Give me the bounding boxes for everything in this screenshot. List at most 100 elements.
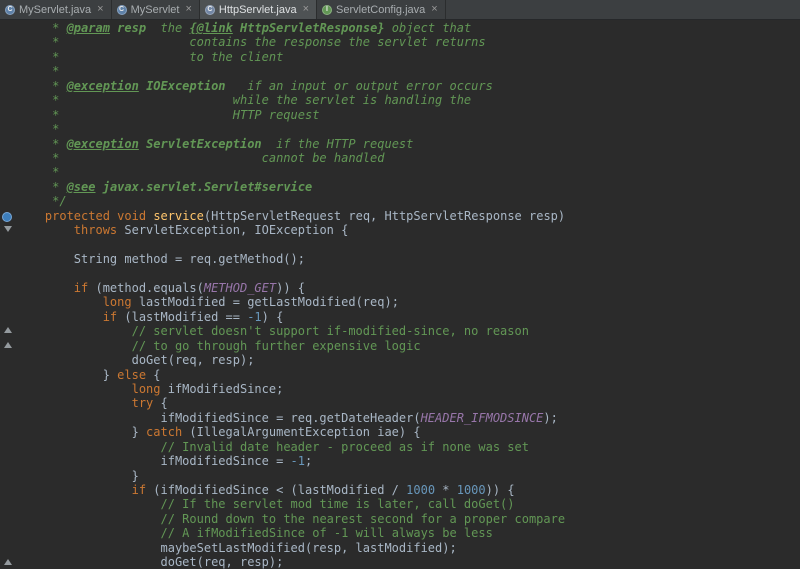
code-content[interactable]: * @param resp the {@link HttpServletResp… — [16, 21, 800, 569]
code-token: METHOD_GET — [204, 281, 276, 295]
class-icon: C — [5, 5, 15, 15]
code-token — [16, 396, 132, 410]
code-line[interactable]: } else { — [16, 368, 800, 382]
code-line[interactable]: * — [16, 64, 800, 78]
code-token — [16, 512, 161, 526]
code-token: protected — [45, 209, 110, 223]
class-icon: C — [117, 5, 127, 15]
code-token: 1000 — [457, 483, 486, 497]
code-line[interactable]: * to the client — [16, 50, 800, 64]
code-token: if — [132, 483, 146, 497]
code-token: // Invalid date header - proceed as if n… — [161, 440, 529, 454]
code-token: * — [16, 165, 59, 179]
code-line[interactable]: ifModifiedSince = -1; — [16, 454, 800, 468]
code-line[interactable] — [16, 266, 800, 280]
editor-tab-bar: CMyServlet.java×CMyServlet×CHttpServlet.… — [0, 0, 800, 20]
gutter-arrow-up-icon[interactable] — [4, 327, 12, 333]
code-line[interactable]: * while the servlet is handling the — [16, 93, 800, 107]
code-token: ifModifiedSince = — [16, 454, 291, 468]
code-token: )) { — [486, 483, 515, 497]
code-token: * — [16, 21, 67, 35]
code-line[interactable]: // If the servlet mod time is later, cal… — [16, 497, 800, 511]
tab-myservlet[interactable]: C MyServlet × — [112, 0, 200, 19]
code-line[interactable]: * HTTP request — [16, 108, 800, 122]
code-token: ServletException, IOException { — [117, 223, 348, 237]
class-icon: C — [205, 5, 215, 15]
code-line[interactable]: ifModifiedSince = req.getDateHeader(HEAD… — [16, 411, 800, 425]
code-token — [16, 497, 161, 511]
code-line[interactable]: try { — [16, 396, 800, 410]
code-line[interactable]: if (ifModifiedSince < (lastModified / 10… — [16, 483, 800, 497]
code-line[interactable]: long lastModified = getLastModified(req)… — [16, 295, 800, 309]
code-token: // servlet doesn't support if-modified-s… — [132, 324, 529, 338]
code-token — [95, 180, 102, 194]
code-line[interactable]: long ifModifiedSince; — [16, 382, 800, 396]
code-token: ifModifiedSince = req.getDateHeader( — [16, 411, 421, 425]
code-line[interactable]: // A ifModifiedSince of -1 will always b… — [16, 526, 800, 540]
code-token: * — [16, 79, 67, 93]
tab-httpservlet-java[interactable]: C HttpServlet.java × — [200, 0, 317, 19]
code-line[interactable]: // Invalid date header - proceed as if n… — [16, 440, 800, 454]
code-token: * — [16, 64, 59, 78]
tab-label: MyServlet — [131, 4, 180, 16]
code-token: HttpServletResponse} — [233, 21, 385, 35]
code-token — [16, 440, 161, 454]
code-line[interactable]: // Round down to the nearest second for … — [16, 512, 800, 526]
code-line[interactable]: // servlet doesn't support if-modified-s… — [16, 324, 800, 338]
gutter-arrow-up-icon[interactable] — [4, 342, 12, 348]
code-token: if — [74, 281, 88, 295]
tab-close-icon[interactable]: × — [97, 4, 103, 15]
code-line[interactable]: if (method.equals(METHOD_GET)) { — [16, 281, 800, 295]
code-token: if — [103, 310, 117, 324]
code-token: * — [16, 180, 67, 194]
code-line[interactable]: * cannot be handled — [16, 151, 800, 165]
tab-close-icon[interactable]: × — [431, 4, 437, 15]
code-line[interactable]: * @exception IOException if an input or … — [16, 79, 800, 93]
code-token: )) { — [276, 281, 305, 295]
gutter-arrow-up-icon[interactable] — [4, 559, 12, 565]
gutter-arrow-down-icon[interactable] — [4, 226, 12, 232]
code-token: } — [16, 425, 146, 439]
tab-servletconfig-java[interactable]: IServletConfig.java× — [317, 0, 446, 19]
breakpoint-icon[interactable] — [2, 212, 12, 222]
code-line[interactable]: */ — [16, 194, 800, 208]
code-line[interactable]: String method = req.getMethod(); — [16, 252, 800, 266]
code-token — [139, 137, 146, 151]
tab-label: HttpServlet.java — [219, 4, 297, 16]
tab-myservlet-java[interactable]: CMyServlet.java× — [0, 0, 112, 19]
code-line[interactable]: * contains the response the servlet retu… — [16, 35, 800, 49]
code-line[interactable]: * — [16, 165, 800, 179]
code-token: @exception — [67, 137, 139, 151]
code-token: @param — [67, 21, 110, 35]
code-line[interactable]: * @exception ServletException if the HTT… — [16, 137, 800, 151]
tab-close-icon[interactable]: × — [185, 4, 191, 15]
code-token — [16, 209, 45, 223]
code-line[interactable]: // to go through further expensive logic — [16, 339, 800, 353]
code-line[interactable]: throws ServletException, IOException { — [16, 223, 800, 237]
code-line[interactable]: maybeSetLastModified(resp, lastModified)… — [16, 541, 800, 555]
editor-pane[interactable]: * @param resp the {@link HttpServletResp… — [0, 20, 800, 569]
code-token — [16, 339, 132, 353]
code-line[interactable]: } — [16, 469, 800, 483]
code-line[interactable]: } catch (IllegalArgumentException iae) { — [16, 425, 800, 439]
code-line[interactable]: * @param resp the {@link HttpServletResp… — [16, 21, 800, 35]
code-line[interactable]: * @see javax.servlet.Servlet#service — [16, 180, 800, 194]
code-token — [16, 324, 132, 338]
code-token: ) { — [262, 310, 284, 324]
code-token: (ifModifiedSince < (lastModified / — [146, 483, 406, 497]
code-line[interactable]: * — [16, 122, 800, 136]
code-line[interactable] — [16, 238, 800, 252]
code-token: ; — [305, 454, 312, 468]
code-token: @see — [67, 180, 96, 194]
code-line[interactable]: if (lastModified == -1) { — [16, 310, 800, 324]
code-token: try — [132, 396, 154, 410]
code-token: 1000 — [406, 483, 435, 497]
code-token — [16, 281, 74, 295]
code-line[interactable]: doGet(req, resp); — [16, 555, 800, 569]
code-token: * contains the response the servlet retu… — [16, 35, 486, 49]
code-line[interactable]: doGet(req, resp); — [16, 353, 800, 367]
gutter[interactable] — [0, 20, 16, 569]
code-token: long — [132, 382, 161, 396]
tab-close-icon[interactable]: × — [303, 4, 309, 15]
code-line[interactable]: protected void service(HttpServletReques… — [16, 209, 800, 223]
